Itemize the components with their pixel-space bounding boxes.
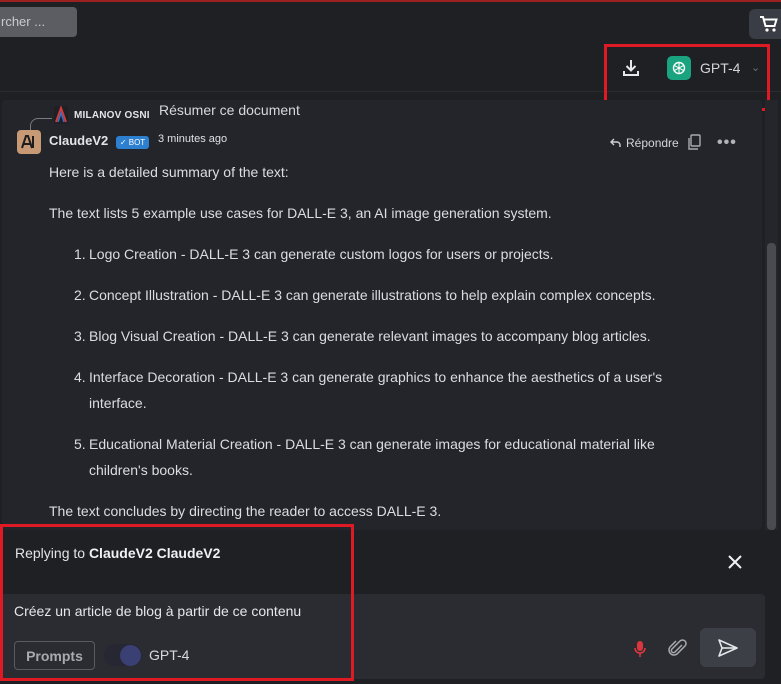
highlight-box-reply — [0, 524, 354, 681]
list-item: 2. Concept Illustration - DALL-E 3 can g… — [74, 287, 656, 303]
list-item: 5. Educational Material Creation - DALL-… — [74, 436, 655, 478]
search-input[interactable]: rcher ... — [0, 7, 77, 37]
top-bar — [0, 2, 781, 42]
close-icon[interactable] — [724, 551, 746, 573]
scrollbar-thumb[interactable] — [767, 243, 776, 530]
list-item: 1. Logo Creation - DALL-E 3 can generate… — [74, 246, 554, 262]
avatar — [17, 130, 41, 154]
list-item: 3. Blog Visual Creation - DALL-E 3 can g… — [74, 328, 651, 344]
send-icon — [718, 638, 738, 657]
list-item: 4. Interface Decoration - DALL-E 3 can g… — [74, 369, 663, 411]
quoted-avatar — [54, 105, 68, 124]
message-conclusion: The text concludes by directing the read… — [49, 503, 442, 519]
quoted-author: MILANOV OSNI — [74, 110, 150, 121]
message-author: ClaudeV2 — [49, 133, 109, 148]
paperclip-icon[interactable] — [668, 639, 688, 659]
microphone-icon[interactable] — [632, 639, 648, 659]
send-button[interactable] — [700, 628, 756, 667]
reply-button[interactable]: Répondre — [610, 136, 679, 150]
bot-badge: ✓ BOT — [116, 136, 149, 149]
message-intro: Here is a detailed summary of the text: — [49, 164, 289, 180]
message-lead: The text lists 5 example use cases for D… — [49, 205, 552, 221]
quoted-message: Résumer ce document — [159, 102, 300, 118]
more-options-icon[interactable]: ••• — [717, 134, 737, 152]
cart-icon — [760, 16, 778, 32]
cart-button[interactable] — [749, 9, 781, 39]
reply-arrow-icon — [610, 138, 621, 147]
copy-icon[interactable] — [686, 134, 702, 151]
message-time: 3 minutes ago — [158, 133, 228, 145]
reply-label: Répondre — [626, 136, 679, 150]
